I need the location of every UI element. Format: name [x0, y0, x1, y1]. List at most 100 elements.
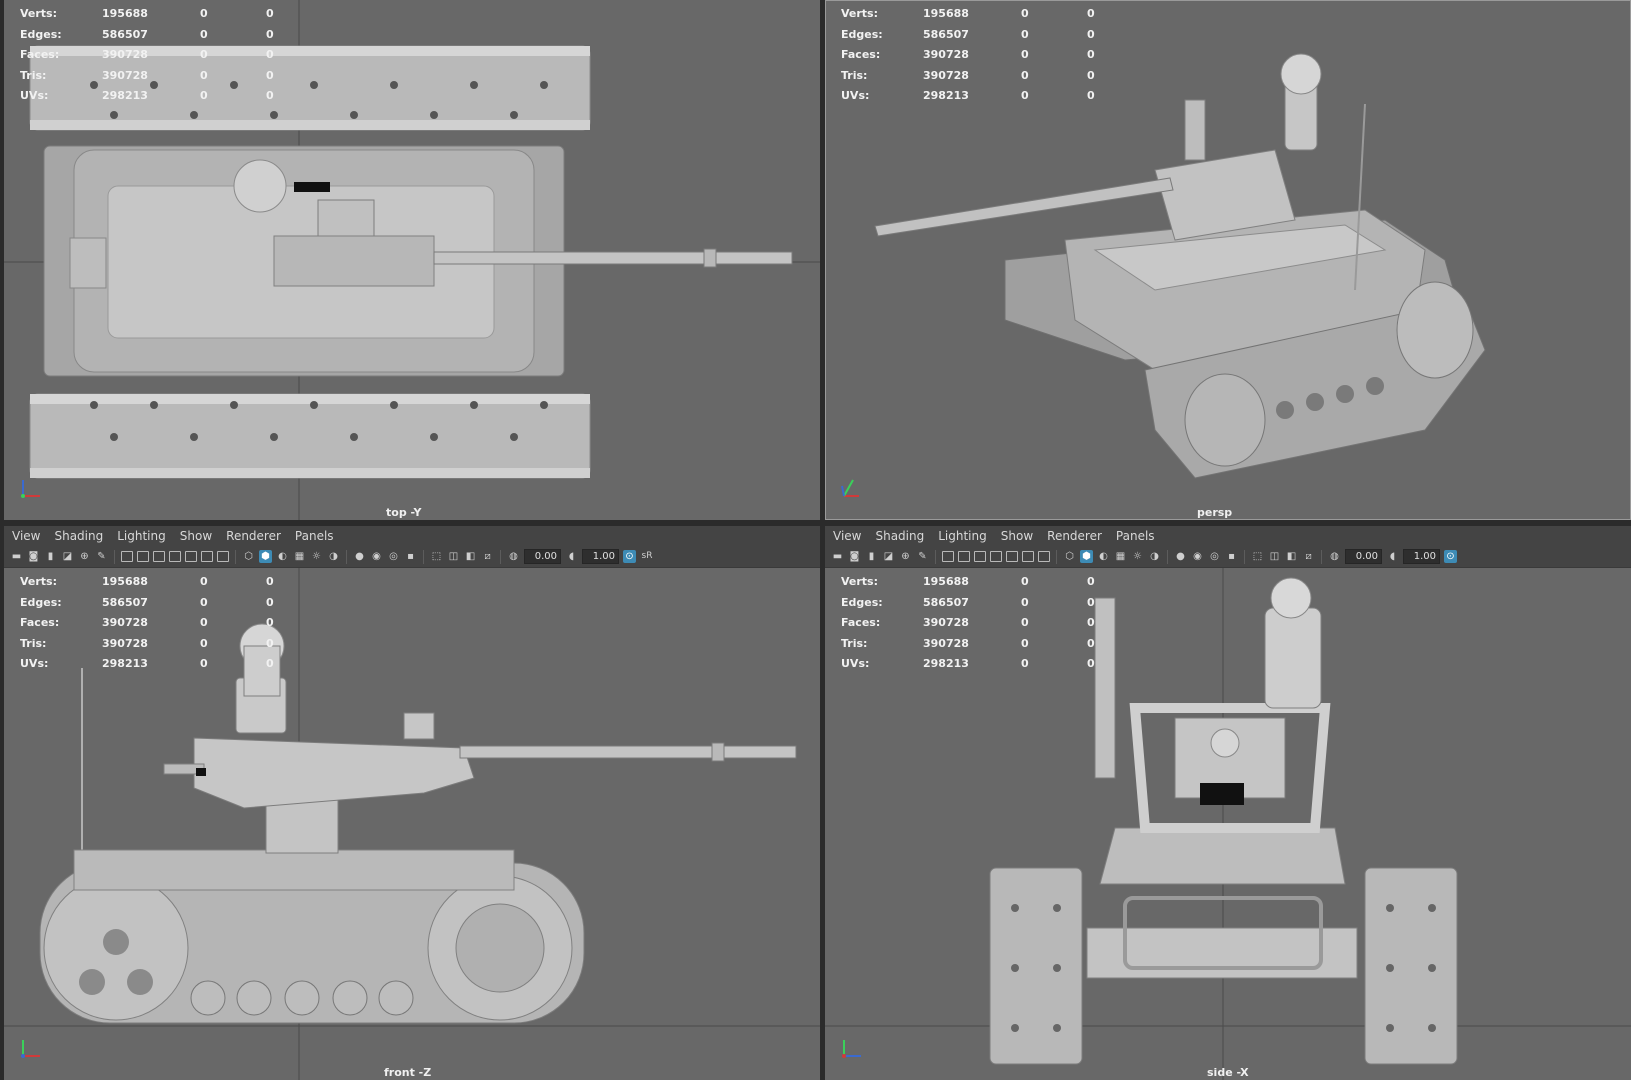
safe-title-icon[interactable] [1038, 551, 1050, 562]
smooth-shade-icon[interactable]: ⬢ [259, 550, 272, 563]
depth-of-field-icon[interactable]: ▪ [404, 550, 417, 563]
view-transform-icon[interactable]: ⊙ [623, 550, 636, 563]
heads-up-poly-count: Verts: 195688 0 0 Edges: 586507 0 0 Faces: 3907… [20, 572, 296, 675]
anti-aliasing-icon[interactable]: ◎ [1208, 550, 1221, 563]
safe-action-icon[interactable] [201, 551, 213, 562]
menu-shading[interactable]: Shading [875, 529, 924, 543]
menu-lighting[interactable]: Lighting [938, 529, 987, 543]
menu-show[interactable]: Show [180, 529, 212, 543]
camera-attributes-icon[interactable]: ◙ [27, 550, 40, 563]
depth-of-field-icon[interactable]: ▪ [1225, 550, 1238, 563]
anti-aliasing-icon[interactable]: ◎ [387, 550, 400, 563]
grid-icon[interactable] [121, 551, 133, 562]
camera-icon[interactable]: ▬ [831, 550, 844, 563]
toolbar-separator [500, 549, 501, 564]
ambient-occlusion-icon[interactable]: ● [1174, 550, 1187, 563]
menu-view[interactable]: View [12, 529, 40, 543]
stat-row-tris: Tris: 390728 0 0 [841, 68, 1095, 82]
gamma-icon[interactable]: ◖ [565, 550, 578, 563]
menu-panels[interactable]: Panels [1116, 529, 1155, 543]
stat-row-uvs: UVs: 298213 0 0 [20, 657, 274, 670]
exposure-field[interactable]: 0.00 [524, 549, 561, 564]
xray-active-components-icon[interactable]: ◧ [464, 550, 477, 563]
grid-icon[interactable] [942, 551, 954, 562]
camera-icon[interactable]: ▬ [10, 550, 23, 563]
isolate-select-icon[interactable]: ⬚ [430, 550, 443, 563]
safe-action-icon[interactable] [1022, 551, 1034, 562]
resolution-gate-icon[interactable] [153, 551, 165, 562]
gate-mask-icon[interactable] [990, 551, 1002, 562]
camera-name-label: front -Z [384, 1066, 432, 1079]
toolbar-separator [235, 549, 236, 564]
grease-pencil-icon[interactable]: ✎ [95, 550, 108, 563]
stat-row-verts: Verts: 195688 0 0 [841, 575, 1095, 588]
use-all-lights-icon[interactable]: ☼ [1131, 550, 1144, 563]
camera-attributes-icon[interactable]: ◙ [848, 550, 861, 563]
wireframe-icon[interactable]: ⬡ [1063, 550, 1076, 563]
viewport-pane-persp[interactable]: Verts: 195688 0 0 Edges: 586507 0 0 Faces: 3907… [825, 0, 1631, 520]
film-gate-icon[interactable] [137, 551, 149, 562]
field-chart-icon[interactable] [185, 551, 197, 562]
panel-toolbar: ▬ ◙ ▮ ◪ ⊕ ✎ ⬡ ⬢ ◐ ▦ ☼ ◑ ● ◉ ◎ ▪ ⬚ ◫ ◧ ⧄ … [4, 546, 820, 568]
viewport-top[interactable]: Verts: 195688 0 0 Edges: 586507 0 0 Faces: 3907… [4, 0, 820, 520]
menu-view[interactable]: View [833, 529, 861, 543]
gamma-field[interactable]: 1.00 [1403, 549, 1440, 564]
menu-renderer[interactable]: Renderer [226, 529, 281, 543]
xray-joints-icon[interactable]: ⧄ [481, 550, 494, 563]
stat-row-verts: Verts: 195688 0 0 [20, 7, 274, 20]
viewport-pane-top[interactable]: Verts: 195688 0 0 Edges: 586507 0 0 Faces: 3907… [4, 0, 820, 520]
exposure-field[interactable]: 0.00 [1345, 549, 1382, 564]
image-plane-icon[interactable]: ◪ [61, 550, 74, 563]
xray-icon[interactable]: ◫ [1268, 550, 1281, 563]
resolution-gate-icon[interactable] [974, 551, 986, 562]
wireframe-on-shaded-icon[interactable]: ◐ [1097, 550, 1110, 563]
view-transform-icon[interactable]: ⊙ [1444, 550, 1457, 563]
colorspace-badge[interactable]: sR [640, 550, 654, 563]
motion-blur-icon[interactable]: ◉ [370, 550, 383, 563]
viewport-front[interactable]: Verts: 195688 0 0 Edges: 586507 0 0 Faces: 3907… [4, 568, 820, 1080]
stat-row-tris: Tris: 390728 0 0 [20, 636, 274, 650]
exposure-icon[interactable]: ◍ [1328, 550, 1341, 563]
menu-lighting[interactable]: Lighting [117, 529, 166, 543]
xray-joints-icon[interactable]: ⧄ [1302, 550, 1315, 563]
viewport-persp[interactable]: Verts: 195688 0 0 Edges: 586507 0 0 Faces: 3907… [825, 0, 1631, 520]
textured-icon[interactable]: ▦ [293, 550, 306, 563]
use-all-lights-icon[interactable]: ☼ [310, 550, 323, 563]
viewport-pane-front[interactable]: View Shading Lighting Show Renderer Pane… [4, 526, 820, 1080]
stat-row-edges: Edges: 586507 0 0 [841, 595, 1095, 609]
isolate-select-icon[interactable]: ⬚ [1251, 550, 1264, 563]
viewport-side[interactable]: Verts: 195688 0 0 Edges: 586507 0 0 Faces: 3907… [825, 568, 1631, 1080]
toolbar-separator [1167, 549, 1168, 564]
menu-show[interactable]: Show [1001, 529, 1033, 543]
bookmark-icon[interactable]: ▮ [865, 550, 878, 563]
grease-pencil-icon[interactable]: ✎ [916, 550, 929, 563]
shadows-icon[interactable]: ◑ [1148, 550, 1161, 563]
safe-title-icon[interactable] [217, 551, 229, 562]
field-chart-icon[interactable] [1006, 551, 1018, 562]
2d-pan-zoom-icon[interactable]: ⊕ [899, 550, 912, 563]
xray-active-components-icon[interactable]: ◧ [1285, 550, 1298, 563]
ambient-occlusion-icon[interactable]: ● [353, 550, 366, 563]
textured-icon[interactable]: ▦ [1114, 550, 1127, 563]
menu-shading[interactable]: Shading [54, 529, 103, 543]
motion-blur-icon[interactable]: ◉ [1191, 550, 1204, 563]
stat-row-edges: Edges: 586507 0 0 [20, 27, 274, 41]
xray-icon[interactable]: ◫ [447, 550, 460, 563]
shadows-icon[interactable]: ◑ [327, 550, 340, 563]
2d-pan-zoom-icon[interactable]: ⊕ [78, 550, 91, 563]
menu-panels[interactable]: Panels [295, 529, 334, 543]
wireframe-icon[interactable]: ⬡ [242, 550, 255, 563]
gate-mask-icon[interactable] [169, 551, 181, 562]
bookmark-icon[interactable]: ▮ [44, 550, 57, 563]
axis-gizmo-icon [842, 1040, 861, 1058]
gamma-icon[interactable]: ◖ [1386, 550, 1399, 563]
viewport-pane-side[interactable]: View Shading Lighting Show Renderer Pane… [825, 526, 1631, 1080]
film-gate-icon[interactable] [958, 551, 970, 562]
exposure-icon[interactable]: ◍ [507, 550, 520, 563]
wireframe-on-shaded-icon[interactable]: ◐ [276, 550, 289, 563]
camera-name-label: persp [1197, 506, 1233, 519]
smooth-shade-icon[interactable]: ⬢ [1080, 550, 1093, 563]
menu-renderer[interactable]: Renderer [1047, 529, 1102, 543]
gamma-field[interactable]: 1.00 [582, 549, 619, 564]
image-plane-icon[interactable]: ◪ [882, 550, 895, 563]
